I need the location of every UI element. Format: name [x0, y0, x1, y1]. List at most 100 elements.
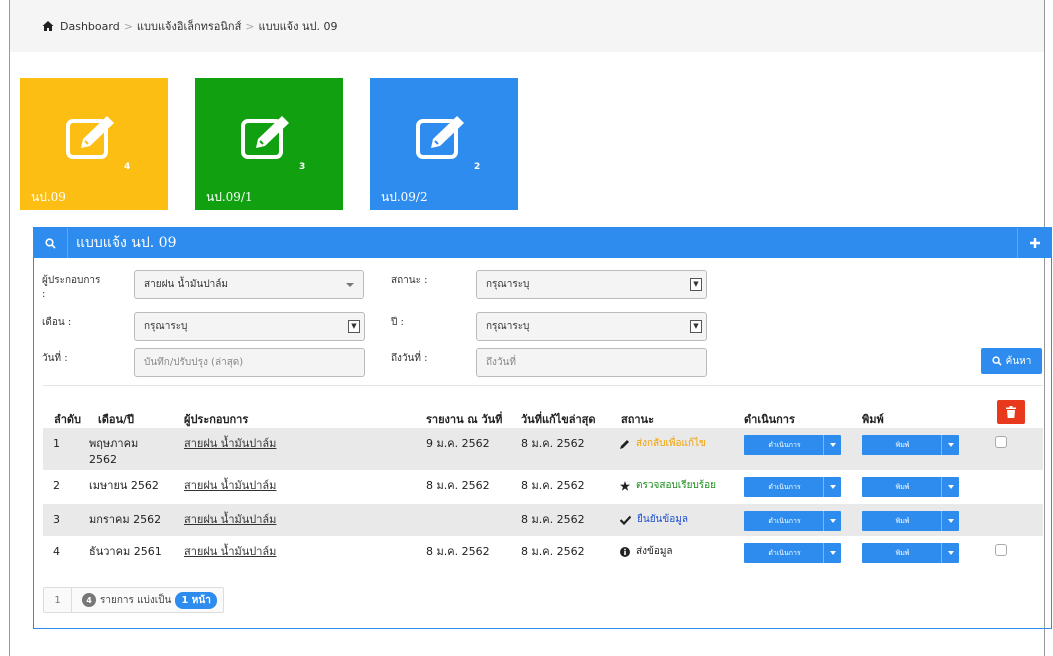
- row-operator-link[interactable]: สายฝน น้ำมันปาล์ม: [184, 478, 276, 494]
- action-label: ดำเนินการ: [768, 548, 801, 557]
- caret-down-icon[interactable]: [941, 543, 959, 563]
- tile-count: 4: [124, 162, 131, 172]
- tile-label: นป.09/2: [381, 190, 428, 204]
- month-label: เดือน :: [42, 317, 72, 328]
- breadcrumb-current: แบบแจ้ง นป. 09: [258, 20, 338, 33]
- row-no: 1: [53, 437, 60, 450]
- row-checkbox[interactable]: [995, 436, 1007, 448]
- print-dropdown-button[interactable]: พิมพ์: [862, 477, 959, 497]
- row-no: 3: [53, 513, 60, 526]
- col-header-status: สถานะ: [621, 413, 654, 426]
- info-icon: [620, 546, 630, 557]
- month-value: กรุณาระบุ: [144, 321, 188, 332]
- record-count-badge: 4: [82, 593, 96, 607]
- col-header-print: พิมพ์: [862, 413, 884, 426]
- action-dropdown-button[interactable]: ดำเนินการ: [744, 435, 841, 455]
- tile-count: 3: [299, 162, 306, 172]
- row-month: มกราคม 2562: [89, 513, 162, 526]
- app-frame: Dashboard > แบบแจ้งอิเล็กทรอนิกส์ > แบบแ…: [9, 0, 1052, 656]
- caret-down-icon[interactable]: [823, 435, 841, 455]
- print-dropdown-button[interactable]: พิมพ์: [862, 435, 959, 455]
- search-button-label: ค้นหา: [1005, 355, 1032, 367]
- table-row: 3 มกราคม 2562 สายฝน น้ำมันปาล์ม 8 ม.ค. 2…: [43, 504, 1043, 536]
- row-month: ธันวาคม 2561: [89, 545, 162, 558]
- caret-down-icon[interactable]: [941, 477, 959, 497]
- col-header-edit-date: วันที่แก้ไขล่าสุด: [521, 413, 596, 426]
- operator-label: ผู้ประกอบการ :: [42, 275, 101, 300]
- status-label: สถานะ :: [391, 275, 428, 286]
- breadcrumb-separator: >: [123, 19, 133, 33]
- trash-icon: [1006, 406, 1016, 418]
- date-to-input[interactable]: ถึงวันที่: [476, 348, 707, 377]
- row-report-date: 9 ม.ค. 2562: [426, 437, 490, 450]
- caret-down-icon[interactable]: [823, 511, 841, 531]
- row-status: ส่งกลับเพื่อแก้ไข: [620, 436, 706, 451]
- date-from-input[interactable]: บันทึก/ปรับปรุง (ล่าสุด): [134, 348, 365, 377]
- operator-select[interactable]: สายฝน น้ำมันปาล์ม: [134, 270, 364, 299]
- date-to-label: ถึงวันที่ :: [391, 353, 428, 364]
- year-select[interactable]: กรุณาระบุ ▼: [476, 312, 707, 341]
- pagination-text: รายการ แบ่งเป็น: [100, 594, 172, 606]
- page-count-badge: 1 หน้า: [175, 591, 217, 609]
- row-status-text: ส่งกลับเพื่อแก้ไข: [636, 438, 706, 449]
- table-row: 4 ธันวาคม 2561 สายฝน น้ำมันปาล์ม 8 ม.ค. …: [43, 536, 1043, 572]
- divider: [43, 385, 1043, 386]
- col-header-report-date: รายงาน ณ วันที่: [426, 413, 503, 426]
- edit-icon: [66, 116, 114, 159]
- row-operator-link[interactable]: สายฝน น้ำมันปาล์ม: [184, 544, 276, 560]
- action-dropdown-button[interactable]: ดำเนินการ: [744, 477, 841, 497]
- action-label: ดำเนินการ: [768, 482, 801, 491]
- col-header-operator: ผู้ประกอบการ: [184, 413, 249, 426]
- row-month-year: 2562: [89, 453, 117, 466]
- action-dropdown-button[interactable]: ดำเนินการ: [744, 511, 841, 531]
- dropdown-arrow-icon: ▼: [348, 320, 360, 333]
- report-panel: แบบแจ้ง นป. 09 ผู้ประกอบการ : สายฝน น้ำม…: [33, 227, 1052, 629]
- operator-value: สายฝน น้ำมันปาล์ม: [144, 279, 229, 290]
- tile-count: 2: [474, 162, 481, 172]
- row-status-text: ยืนยันข้อมูล: [637, 514, 688, 525]
- search-button[interactable]: ค้นหา: [981, 348, 1042, 374]
- caret-down-icon[interactable]: [823, 477, 841, 497]
- row-status-text: ส่งข้อมูล: [636, 546, 673, 557]
- breadcrumb-dashboard[interactable]: Dashboard: [60, 20, 120, 33]
- col-header-month: เดือน/ปี: [98, 413, 135, 426]
- caret-down-icon[interactable]: [941, 435, 959, 455]
- table-row: 1 พฤษภาคม 2562 สายฝน น้ำมันปาล์ม 9 ม.ค. …: [43, 428, 1043, 470]
- panel-title: แบบแจ้ง นป. 09: [76, 235, 177, 251]
- row-operator-link[interactable]: สายฝน น้ำมันปาล์ม: [184, 436, 276, 452]
- status-select[interactable]: กรุณาระบุ ▼: [476, 270, 707, 299]
- row-report-date: 8 ม.ค. 2562: [426, 479, 490, 492]
- month-select[interactable]: กรุณาระบุ ▼: [134, 312, 365, 341]
- tile-np09-1[interactable]: 3 นป.09/1: [195, 78, 343, 210]
- add-button[interactable]: [1017, 228, 1051, 258]
- caret-down-icon[interactable]: [823, 543, 841, 563]
- search-icon[interactable]: [34, 228, 68, 258]
- row-status: ส่งข้อมูล: [620, 544, 673, 559]
- row-status: ยืนยันข้อมูล: [620, 512, 688, 527]
- row-edit-date: 8 ม.ค. 2562: [521, 437, 585, 450]
- delete-button[interactable]: [997, 400, 1025, 424]
- dropdown-arrow-icon: ▼: [690, 278, 702, 291]
- chevron-down-icon: [346, 283, 354, 287]
- panel-header: แบบแจ้ง นป. 09: [34, 228, 1051, 258]
- action-dropdown-button[interactable]: ดำเนินการ: [744, 543, 841, 563]
- col-header-action: ดำเนินการ: [744, 413, 795, 426]
- caret-down-icon[interactable]: [941, 511, 959, 531]
- year-label: ปี :: [391, 317, 404, 328]
- print-dropdown-button[interactable]: พิมพ์: [862, 543, 959, 563]
- star-icon: [620, 480, 630, 491]
- breadcrumb-electronic-forms[interactable]: แบบแจ้งอิเล็กทรอนิกส์: [137, 17, 241, 35]
- breadcrumb-separator: >: [245, 19, 255, 33]
- row-report-date: 8 ม.ค. 2562: [426, 545, 490, 558]
- date-to-placeholder: ถึงวันที่: [486, 357, 516, 368]
- page-number[interactable]: 1: [44, 588, 72, 612]
- col-header-no: ลำดับ: [54, 413, 82, 426]
- tile-np09-2[interactable]: 2 นป.09/2: [370, 78, 518, 210]
- print-dropdown-button[interactable]: พิมพ์: [862, 511, 959, 531]
- tile-np09[interactable]: 4 นป.09: [20, 78, 168, 210]
- home-icon[interactable]: [42, 20, 54, 32]
- row-checkbox[interactable]: [995, 544, 1007, 556]
- date-from-label: วันที่ :: [42, 353, 68, 364]
- row-operator-link[interactable]: สายฝน น้ำมันปาล์ม: [184, 512, 276, 528]
- action-label: ดำเนินการ: [768, 440, 801, 449]
